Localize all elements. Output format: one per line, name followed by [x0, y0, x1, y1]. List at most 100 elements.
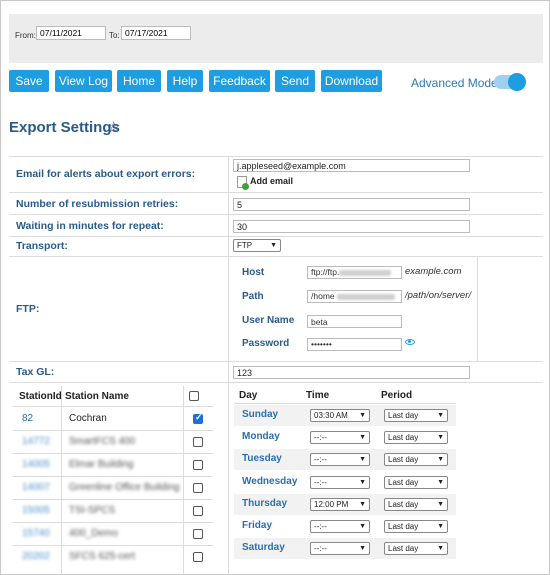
divider	[9, 382, 543, 383]
station-id-header: StationId	[19, 391, 62, 402]
station-id[interactable]: 20202	[22, 551, 50, 562]
station-id[interactable]: 15740	[22, 528, 50, 539]
station-name: Elmar Building	[69, 459, 134, 470]
period-select[interactable]: Last day ▼	[384, 409, 448, 422]
divider	[9, 192, 543, 193]
station-id[interactable]: 14005	[22, 459, 50, 470]
divider	[228, 382, 229, 575]
station-id[interactable]: 82	[22, 413, 33, 424]
time-select[interactable]: --:-- ▼	[310, 431, 370, 445]
host-input[interactable]: ftp://ftp.	[307, 266, 402, 279]
path-value: /home	[311, 291, 335, 301]
retries-input[interactable]	[233, 198, 470, 211]
username-label: User Name	[242, 315, 295, 326]
save-button[interactable]: Save	[9, 70, 49, 92]
password-input[interactable]: •••••••	[307, 338, 402, 351]
retries-label: Number of resubmission retries:	[16, 198, 179, 210]
wait-minutes-input[interactable]	[233, 220, 470, 233]
help-button[interactable]: Help	[167, 70, 203, 92]
period-select[interactable]: Last day ▼	[384, 431, 448, 445]
period-value: Last day	[388, 411, 419, 420]
station-id[interactable]: 14007	[22, 482, 50, 493]
period-value: Last day	[388, 499, 419, 509]
period-value: Last day	[388, 477, 419, 487]
chevron-down-icon: ▼	[359, 478, 366, 486]
time-value: --:--	[314, 477, 327, 487]
advanced-mode-toggle[interactable]	[494, 73, 526, 91]
home-button[interactable]: Home	[117, 70, 161, 92]
divider	[13, 522, 213, 523]
chevron-down-icon: ▼	[359, 412, 366, 419]
time-select[interactable]: 03:30 AM ▼	[310, 409, 370, 422]
time-select[interactable]: --:-- ▼	[310, 453, 370, 467]
station-name-header: Station Name	[65, 391, 129, 402]
station-id[interactable]: 15005	[22, 505, 50, 516]
path-suffix: /path/on/server/	[405, 290, 472, 301]
send-button[interactable]: Send	[275, 70, 315, 92]
schedule-day: Thursday	[242, 497, 288, 509]
period-select[interactable]: Last day ▼	[384, 520, 448, 533]
time-select[interactable]: --:-- ▼	[310, 475, 370, 489]
chevron-down-icon: ▼	[437, 523, 444, 530]
station-name: SmartFCS 400	[69, 436, 136, 447]
station-checkbox[interactable]	[193, 460, 203, 470]
divider	[477, 256, 478, 361]
station-checkbox[interactable]	[193, 412, 203, 424]
period-select[interactable]: Last day ▼	[384, 475, 448, 489]
time-select[interactable]: --:-- ▼	[310, 542, 370, 556]
download-button[interactable]: Download	[321, 70, 382, 92]
username-input[interactable]	[307, 315, 402, 328]
host-suffix: example.com	[405, 266, 462, 277]
path-input[interactable]: /home	[307, 290, 402, 303]
add-email-icon[interactable]	[237, 176, 249, 190]
time-select[interactable]: --:-- ▼	[310, 520, 370, 533]
divider	[9, 361, 543, 362]
divider	[9, 256, 543, 257]
period-select[interactable]: Last day ▼	[384, 453, 448, 467]
chevron-down-icon: ▼	[359, 523, 366, 530]
divider	[13, 545, 213, 546]
to-label: To:	[109, 31, 120, 40]
period-select[interactable]: Last day ▼	[384, 542, 448, 556]
period-header: Period	[381, 390, 413, 401]
station-checkbox[interactable]	[193, 483, 203, 493]
email-field[interactable]	[233, 159, 470, 172]
to-date-input[interactable]	[121, 26, 191, 40]
chevron-down-icon: ▼	[437, 434, 444, 442]
period-select[interactable]: Last day ▼	[384, 497, 448, 511]
chevron-down-icon: ▼	[359, 456, 366, 464]
divider	[228, 156, 229, 382]
time-value: --:--	[314, 433, 327, 443]
schedule-day: Sunday	[242, 409, 279, 420]
station-name: TSI-SPCS	[69, 505, 116, 516]
page-title: Export Settings	[9, 119, 120, 136]
divider	[13, 406, 213, 407]
redacted-text	[336, 293, 395, 300]
station-checkbox[interactable]	[193, 506, 203, 516]
from-date-input[interactable]	[36, 26, 106, 40]
schedule-day: Friday	[242, 520, 273, 531]
time-select[interactable]: 12:00 PM ▼	[310, 497, 370, 511]
date-range-bar: From: To:	[9, 14, 543, 63]
view-log-button[interactable]: View Log	[55, 70, 112, 92]
transport-select[interactable]: FTP ▼	[233, 239, 281, 252]
chevron-down-icon: ▼	[359, 545, 366, 553]
tax-gl-input[interactable]	[233, 366, 470, 379]
station-id[interactable]: 14772	[22, 436, 50, 447]
select-all-checkbox[interactable]	[189, 391, 199, 401]
divider	[13, 430, 213, 431]
station-checkbox[interactable]	[193, 437, 203, 447]
station-checkbox[interactable]	[193, 552, 203, 562]
show-password-eye-icon[interactable]	[405, 339, 415, 345]
feedback-button[interactable]: Feedback	[209, 70, 270, 92]
add-email-link[interactable]: Add email	[250, 176, 293, 186]
time-value: 03:30 AM	[314, 411, 348, 420]
chevron-down-icon: ▼	[437, 478, 444, 486]
email-alerts-label: Email for alerts about export errors:	[16, 168, 196, 180]
time-value: --:--	[314, 522, 327, 531]
station-checkbox[interactable]	[193, 529, 203, 539]
chevron-down-icon: ▼	[437, 500, 444, 508]
chevron-down-icon: ▼	[270, 242, 277, 249]
divider	[9, 156, 543, 157]
favorite-star-icon[interactable]: ☆	[107, 118, 120, 136]
